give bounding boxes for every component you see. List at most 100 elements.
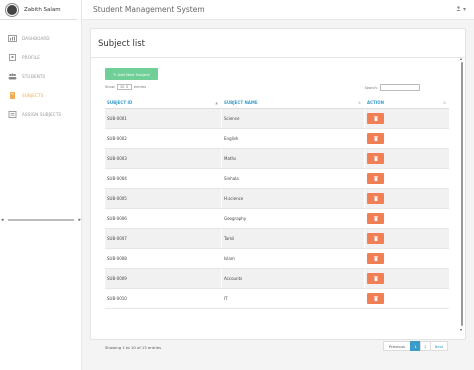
students-icon (8, 73, 17, 80)
subject-name-cell: Accounts (222, 269, 365, 288)
sidebar-item-label: PROFILE (22, 55, 41, 60)
sort-icon: ⇅ (358, 100, 361, 105)
subject-name-cell: Geography (222, 209, 365, 228)
chevron-down-icon: ▾ (462, 6, 466, 13)
action-cell (365, 109, 449, 128)
trash-icon (373, 156, 378, 161)
sidebar-item-label: ASSIGN SUBJECTS (22, 112, 62, 117)
action-cell (365, 149, 449, 168)
scroll-up-icon[interactable]: ▴ (460, 56, 462, 61)
search-input[interactable] (380, 84, 420, 91)
sort-icon: ⇅ (443, 100, 446, 105)
trash-icon (373, 196, 378, 201)
subject-id-cell: SUB-0009 (105, 269, 222, 288)
delete-subject-button[interactable] (367, 293, 384, 304)
action-cell (365, 289, 449, 308)
table-row: SUB-0010 IT (105, 289, 449, 309)
table-info: Showing 1 to 10 of 13 entries (105, 345, 162, 350)
entries-value: 10 (119, 85, 125, 89)
subject-name-cell: Maths (222, 149, 365, 168)
entries-label: entries (133, 85, 147, 89)
delete-subject-button[interactable] (367, 253, 384, 264)
subject-id-cell: SUB-0001 (105, 109, 222, 128)
scroll-right-icon[interactable]: ▸ (78, 217, 81, 223)
subjects-table: SUBJECT ID ▲ SUBJECT NAME ⇅ ACTION ⇅ SUB-00… (105, 97, 449, 309)
entries-length-control: Show 10 ⇕ entries (105, 84, 146, 90)
top-header: Student Management System ▾ (82, 0, 474, 20)
delete-subject-button[interactable] (367, 113, 384, 124)
subject-name-cell: Science (222, 109, 365, 128)
action-cell (365, 189, 449, 208)
subject-name-cell: H.science (222, 189, 365, 208)
table-body: SUB-0001 Science SUB-0002 English SUB-0003 Ma… (105, 109, 449, 309)
search-control: Search: (364, 84, 420, 91)
delete-subject-button[interactable] (367, 233, 384, 244)
scroll-down-icon[interactable]: ▾ (460, 327, 462, 332)
action-cell (365, 129, 449, 148)
pagination-next[interactable]: Next (430, 341, 448, 351)
sidebar-item-assign-subjects[interactable]: ASSIGN SUBJECTS (0, 105, 81, 124)
subject-name-cell: Tamil (222, 229, 365, 248)
column-header-subject-id[interactable]: SUBJECT ID ▲ (105, 97, 222, 108)
delete-subject-button[interactable] (367, 153, 384, 164)
table-row: SUB-0004 Sinhala (105, 169, 449, 189)
delete-subject-button[interactable] (367, 193, 384, 204)
entries-select[interactable]: 10 ⇕ (116, 84, 132, 90)
subject-id-cell: SUB-0004 (105, 169, 222, 188)
scrollbar-thumb[interactable] (461, 62, 463, 326)
table-row: SUB-0001 Science (105, 109, 449, 129)
subject-id-cell: SUB-0010 (105, 289, 222, 308)
sidebar-horizontal-scrollbar[interactable]: ◂ ▸ (0, 217, 82, 223)
delete-subject-button[interactable] (367, 173, 384, 184)
sidebar-item-subjects[interactable]: SUBJECTS (0, 86, 81, 105)
pagination-previous[interactable]: Previous (383, 341, 411, 351)
table-row: SUB-0009 Accounts (105, 269, 449, 289)
sidebar-item-dashboard[interactable]: DASHBOARD (0, 29, 81, 48)
sidebar-item-profile[interactable]: PROFILE (0, 48, 81, 67)
add-new-subject-button[interactable]: ✎ Add New Subject (105, 68, 158, 80)
show-label: Show (105, 85, 115, 89)
action-cell (365, 209, 449, 228)
delete-subject-button[interactable] (367, 273, 384, 284)
app-title: Student Management System (93, 5, 205, 14)
table-row: SUB-0007 Tamil (105, 229, 449, 249)
action-cell (365, 229, 449, 248)
subject-list-card: Subject list ✎ Add New Subject Show 10 ⇕… (90, 28, 466, 351)
assign-icon (8, 111, 17, 118)
profile-icon (9, 54, 16, 61)
divider (91, 57, 465, 58)
action-cell (365, 269, 449, 288)
subject-id-cell: SUB-0007 (105, 229, 222, 248)
user-menu[interactable]: ▾ (456, 6, 466, 13)
table-row: SUB-0005 H.science (105, 189, 449, 209)
subject-id-cell: SUB-0002 (105, 129, 222, 148)
trash-icon (373, 216, 378, 221)
table-row: SUB-0002 English (105, 129, 449, 149)
delete-subject-button[interactable] (367, 133, 384, 144)
scrollbar-thumb[interactable] (8, 219, 74, 221)
subject-name-cell: IT (222, 289, 365, 308)
sidebar-item-label: STUDENTS (22, 74, 46, 79)
table-row: SUB-0008 Islam (105, 249, 449, 269)
page-title: Subject list (98, 39, 145, 49)
column-header-action[interactable]: ACTION ⇅ (365, 97, 449, 108)
sidebar-item-students[interactable]: STUDENTS (0, 67, 81, 86)
username: Zabith Salam (24, 6, 61, 13)
sidebar-item-label: SUBJECTS (22, 93, 44, 98)
search-label: Search: (364, 85, 378, 90)
subject-id-cell: SUB-0006 (105, 209, 222, 228)
vertical-scrollbar[interactable]: ▴ ▾ (460, 56, 464, 332)
scroll-left-icon[interactable]: ◂ (1, 217, 4, 223)
trash-icon (373, 176, 378, 181)
sort-updown-icon: ⇕ (125, 85, 129, 89)
column-header-subject-name[interactable]: SUBJECT NAME ⇅ (222, 97, 365, 108)
subject-name-cell: Islam (222, 249, 365, 268)
subject-id-cell: SUB-0003 (105, 149, 222, 168)
sort-asc-icon: ▲ (215, 100, 218, 105)
trash-icon (373, 256, 378, 261)
delete-subject-button[interactable] (367, 213, 384, 224)
book-icon (10, 92, 15, 99)
sidebar: Zabith Salam DASHBOARD PROFILE STUDENTS … (0, 0, 82, 370)
table-header: SUBJECT ID ▲ SUBJECT NAME ⇅ ACTION ⇅ (105, 97, 449, 109)
trash-icon (373, 296, 378, 301)
